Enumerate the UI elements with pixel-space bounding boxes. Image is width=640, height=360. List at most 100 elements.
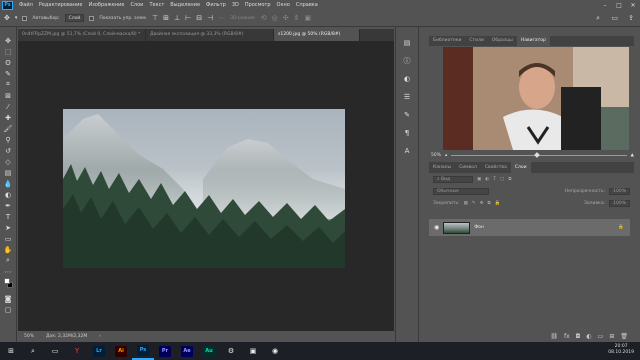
tab-navigator[interactable]: Навигатор [516,36,550,46]
mountain-photo[interactable] [63,109,345,268]
align-left-icon[interactable]: ⊢ [185,14,191,22]
maximize-icon[interactable]: □ [612,0,626,10]
brushes-panel-icon[interactable]: ✎ [400,109,414,121]
audition-icon[interactable]: Au [198,342,220,360]
path-select-icon[interactable]: ➤ [2,222,15,233]
filter-shape-icon[interactable]: ▢ [500,177,504,182]
3d-rotate-icon[interactable]: ⟲ [261,14,267,22]
eyedropper-tool-icon[interactable]: ⁄ [2,101,15,112]
navigator-zoom-value[interactable]: 50% [431,153,441,158]
tab-document-active[interactable]: s1200.jpg @ 50% (RGB/8#) [274,29,360,41]
distribute-icon[interactable]: ⋯ [218,14,225,22]
type-tool-icon[interactable]: T [2,211,15,222]
filter-pixel-icon[interactable]: ▣ [477,177,481,182]
move-tool-icon[interactable]: ✥ [4,14,10,22]
zoom-slider[interactable] [451,151,627,158]
fx-icon[interactable]: fx [564,333,570,340]
tab-swatches[interactable]: Образцы [488,36,517,46]
pen-tool-icon[interactable]: ✒ [2,200,15,211]
menu-filter[interactable]: Фильтр [203,0,229,10]
system-clock[interactable]: 20:07 08.10.2019 [608,344,634,356]
premiere-icon[interactable]: Pr [154,342,176,360]
crop-tool-icon[interactable]: ⌗ [2,79,15,90]
menu-edit[interactable]: Редактирование [36,0,86,10]
eye-icon[interactable]: ◉ [434,224,439,231]
lightroom-icon[interactable]: Lr [88,342,110,360]
zoom-tool-icon[interactable]: ⌕ [2,255,15,266]
lasso-tool-icon[interactable]: ʘ [2,57,15,68]
menu-layers[interactable]: Слои [127,0,146,10]
3d-drag-icon[interactable]: ✣ [283,14,289,22]
hand-tool-icon[interactable]: ✋ [2,244,15,255]
adjustments-panel-icon[interactable]: ◐ [400,73,414,85]
glyphs-panel-icon[interactable]: A [400,145,414,157]
menu-window[interactable]: Окно [274,0,293,10]
paragraph-panel-icon[interactable]: ¶ [400,127,414,139]
settings-gear-icon[interactable]: ⚙ [220,342,242,360]
dodge-tool-icon[interactable]: ◐ [2,189,15,200]
zoom-level[interactable]: 50% [24,334,34,339]
autoselect-dropdown[interactable]: Слой [64,14,85,22]
color-swatches[interactable] [2,277,15,293]
image-viewer-icon[interactable]: ▣ [242,342,264,360]
align-top-icon[interactable]: ⊤ [152,14,158,22]
zoom-out-icon[interactable]: ▴ [445,153,447,158]
tab-layers[interactable]: Слои [510,162,531,173]
adjustment-layer-icon[interactable]: ◐ [586,333,591,340]
3d-slide-icon[interactable]: ⇕ [294,14,300,22]
trash-icon[interactable]: 🗑 [620,333,628,340]
lock-artboard-icon[interactable]: ⧉ [487,200,490,206]
tab-document-2[interactable]: Двойная экспозиция @ 33,3% (RGB/8#) [146,29,274,41]
workspace-icon[interactable]: ▭ [611,14,618,22]
search-icon[interactable]: ⌕ [22,342,44,360]
blend-mode-dropdown[interactable]: Обычные [433,187,489,195]
quick-mask-icon[interactable]: ◙ [2,293,15,304]
filter-smart-icon[interactable]: ⧉ [508,176,511,182]
menu-file[interactable]: Файл [16,0,36,10]
properties-panel-icon[interactable]: ☰ [400,91,414,103]
move-tool-icon[interactable]: ✥ [2,35,15,46]
history-brush-icon[interactable]: ↺ [2,145,15,156]
lock-pixels-icon[interactable]: ▦ [464,201,468,206]
layer-name[interactable]: Фон [474,225,484,230]
fill-input[interactable]: 100% [609,199,630,207]
zoom-slider-knob[interactable] [534,151,541,158]
quick-select-tool-icon[interactable]: ✎ [2,68,15,79]
chevron-down-icon[interactable]: ▾ [15,15,18,21]
autoselect-checkbox[interactable] [22,15,28,21]
share-icon[interactable]: ⇪ [628,14,634,22]
tab-properties[interactable]: Свойства [481,162,511,173]
illustrator-icon[interactable]: Ai [110,342,132,360]
align-center-icon[interactable]: ⊟ [196,14,202,22]
link-icon[interactable]: ⛓ [550,333,558,340]
history-panel-icon[interactable]: ▤ [400,37,414,49]
foreground-color-swatch[interactable] [3,278,10,284]
tab-styles[interactable]: Стили [465,36,488,46]
gradient-tool-icon[interactable]: ▤ [2,167,15,178]
3d-scale-icon[interactable]: ▣ [304,14,311,22]
lock-paint-icon[interactable]: ✎ [472,201,476,206]
show-controls-checkbox[interactable] [89,15,95,21]
marquee-tool-icon[interactable]: ⬚ [2,46,15,57]
tab-document-1[interactable]: 0n4tFRpZZM.jpg @ 51,7% (Слой 0, Слой-мас… [18,29,146,41]
tab-channels[interactable]: Каналы [429,162,455,173]
frame-tool-icon[interactable]: ⊠ [2,90,15,101]
info-panel-icon[interactable]: ⓘ [400,55,414,67]
layer-row-background[interactable]: ◉ Фон 🔒 [429,219,630,236]
minimize-icon[interactable]: – [598,0,612,10]
screen-mode-icon[interactable]: ▢ [2,304,15,315]
task-view-icon[interactable]: ▭ [44,342,66,360]
brush-tool-icon[interactable]: 🖌 [2,123,15,134]
align-middle-icon[interactable]: ⊞ [163,14,169,22]
lock-move-icon[interactable]: ✥ [480,201,484,206]
menu-view[interactable]: Просмотр [242,0,274,10]
menu-3d[interactable]: 3D [229,0,242,10]
after-effects-icon[interactable]: Ae [176,342,198,360]
group-icon[interactable]: ▭ [598,333,604,340]
tab-libraries[interactable]: Библиотеки [429,36,465,46]
filter-adjust-icon[interactable]: ◐ [485,177,489,182]
yandex-browser-icon[interactable]: Y [66,342,88,360]
lock-all-icon[interactable]: 🔒 [495,201,501,206]
eraser-tool-icon[interactable]: ◇ [2,156,15,167]
rectangle-tool-icon[interactable]: ▭ [2,233,15,244]
